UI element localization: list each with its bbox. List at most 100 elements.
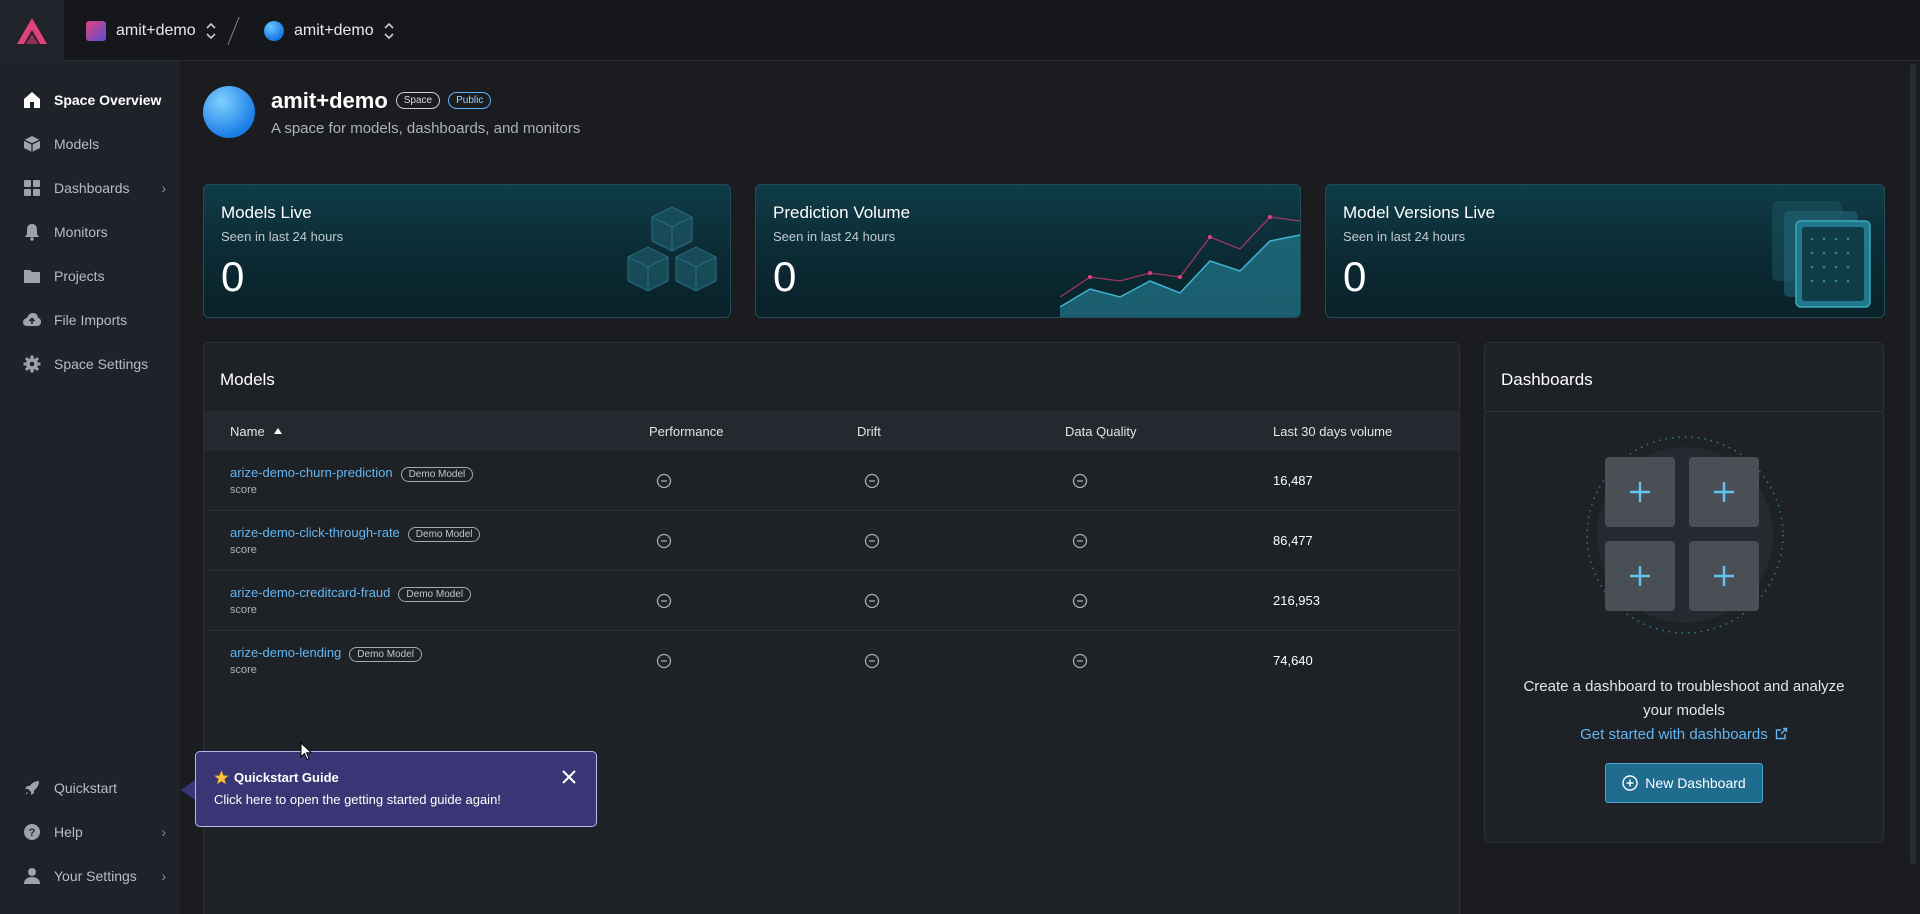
sidebar-item-space-overview[interactable]: Space Overview xyxy=(0,80,180,120)
space-description: A space for models, dashboards, and moni… xyxy=(271,119,581,137)
model-type: score xyxy=(230,484,257,496)
stat-title: Models Live xyxy=(221,203,312,222)
status-none-icon xyxy=(656,473,672,489)
status-none-icon xyxy=(656,653,672,669)
sidebar-item-space-settings[interactable]: Space Settings xyxy=(0,344,180,384)
close-icon[interactable] xyxy=(560,768,578,786)
sidebar-item-label: Space Overview xyxy=(54,92,162,108)
get-started-link[interactable]: Get started with dashboards xyxy=(1485,726,1883,743)
model-link[interactable]: arize-demo-churn-prediction xyxy=(230,465,393,480)
sidebar-item-label: Dashboards xyxy=(54,180,130,196)
mouse-cursor-icon xyxy=(300,742,313,761)
sidebar-item-models[interactable]: Models xyxy=(0,124,180,164)
chevron-right-icon: › xyxy=(161,868,166,884)
stat-value: 0 xyxy=(1343,253,1367,300)
demo-model-badge: Demo Model xyxy=(400,467,474,482)
star-icon xyxy=(214,770,229,785)
stat-subtitle: Seen in last 24 hours xyxy=(773,229,896,244)
cubes-icon xyxy=(627,206,717,292)
grid-icon xyxy=(21,177,43,199)
table-row[interactable]: arize-demo-click-through-rate Demo Model … xyxy=(204,511,1459,571)
org-name: amit+demo xyxy=(116,21,196,39)
new-dashboard-button[interactable]: New Dashboard xyxy=(1605,763,1763,803)
stat-card-models-live: Models Live Seen in last 24 hours 0 xyxy=(203,184,731,318)
demo-model-badge: Demo Model xyxy=(407,527,481,542)
space-header: amit+demo Space Public A space for model… xyxy=(203,86,580,138)
stat-value: 0 xyxy=(773,253,797,300)
model-type: score xyxy=(230,544,257,556)
volume-value: 86,477 xyxy=(1273,533,1313,548)
folder-icon xyxy=(21,265,43,287)
model-type: score xyxy=(230,604,257,616)
volume-value: 16,487 xyxy=(1273,473,1313,488)
breadcrumb-separator xyxy=(227,16,240,46)
sidebar-item-projects[interactable]: Projects xyxy=(0,256,180,296)
space-badge: Space xyxy=(395,92,441,109)
sidebar: Space Overview Models Dashboards › Monit… xyxy=(0,61,180,914)
column-header-performance[interactable]: Performance xyxy=(649,411,723,451)
svg-text:?: ? xyxy=(29,827,36,839)
column-header-drift[interactable]: Drift xyxy=(857,411,881,451)
page-title: amit+demo xyxy=(271,87,388,113)
arize-logo[interactable] xyxy=(0,0,64,61)
sidebar-item-label: Space Settings xyxy=(54,356,149,372)
sidebar-item-label: Projects xyxy=(54,268,105,284)
sidebar-item-dashboards[interactable]: Dashboards › xyxy=(0,168,180,208)
demo-model-badge: Demo Model xyxy=(398,587,472,602)
org-icon xyxy=(86,20,106,41)
stat-title: Model Versions Live xyxy=(1343,203,1496,222)
column-header-data-quality[interactable]: Data Quality xyxy=(1065,411,1137,451)
models-panel-title: Models xyxy=(220,370,275,389)
model-type: score xyxy=(230,664,257,676)
sidebar-item-your-settings[interactable]: Your Settings › xyxy=(0,856,180,896)
table-row[interactable]: arize-demo-lending Demo Model score 74,64… xyxy=(204,631,1459,691)
gear-icon xyxy=(21,353,43,375)
stat-value: 0 xyxy=(221,253,245,300)
sidebar-item-label: Your Settings xyxy=(54,868,137,884)
sidebar-item-help[interactable]: ? Help › xyxy=(0,812,180,852)
chevron-updown-icon xyxy=(384,22,394,39)
column-header-name[interactable]: Name xyxy=(230,411,283,451)
quickstart-tooltip[interactable]: Quickstart Guide Click here to open the … xyxy=(195,751,597,827)
status-none-icon xyxy=(864,653,880,669)
sidebar-item-label: File Imports xyxy=(54,312,128,328)
status-none-icon xyxy=(1072,533,1088,549)
status-none-icon xyxy=(864,593,880,609)
tooltip-title: Quickstart Guide xyxy=(214,770,339,785)
stat-card-prediction-volume: Prediction Volume Seen in last 24 hours … xyxy=(755,184,1301,318)
stat-title: Prediction Volume xyxy=(773,203,911,222)
sidebar-item-quickstart[interactable]: Quickstart xyxy=(0,768,180,808)
sidebar-item-label: Monitors xyxy=(54,224,108,240)
status-none-icon xyxy=(656,593,672,609)
cube-icon xyxy=(21,133,43,155)
table-row[interactable]: arize-demo-creditcard-fraud Demo Model sc… xyxy=(204,571,1459,631)
dashboard-grid-illustration xyxy=(1586,436,1784,634)
table-row[interactable]: arize-demo-churn-prediction Demo Model sc… xyxy=(204,451,1459,511)
space-avatar xyxy=(203,86,255,138)
column-header-volume[interactable]: Last 30 days volume xyxy=(1273,411,1392,451)
sort-ascending-icon xyxy=(273,428,282,434)
sidebar-item-label: Models xyxy=(54,136,100,152)
status-none-icon xyxy=(1072,473,1088,489)
models-panel: Models Name Performance Drift Data Quali… xyxy=(203,342,1460,914)
top-bar: amit+demo amit+demo xyxy=(0,0,1920,61)
space-switcher[interactable]: amit+demo xyxy=(264,0,394,61)
home-icon xyxy=(21,89,43,111)
stat-card-model-versions-live: Model Versions Live Seen in last 24 hour… xyxy=(1325,184,1885,318)
sidebar-item-label: Help xyxy=(54,824,83,840)
chevron-updown-icon xyxy=(206,22,216,39)
table-header: Name Performance Drift Data Quality Last… xyxy=(204,411,1459,451)
model-link[interactable]: arize-demo-lending xyxy=(230,645,341,660)
org-switcher[interactable]: amit+demo xyxy=(86,0,216,61)
empty-state-line2: your models xyxy=(1643,702,1725,719)
scrollbar[interactable] xyxy=(1910,64,1916,864)
dashboards-panel: Dashboards Create a dashboard to trouble… xyxy=(1484,342,1884,843)
volume-value: 216,953 xyxy=(1273,593,1320,608)
model-link[interactable]: arize-demo-creditcard-fraud xyxy=(230,585,390,600)
model-link[interactable]: arize-demo-click-through-rate xyxy=(230,525,400,540)
public-badge: Public xyxy=(448,92,492,109)
sidebar-item-file-imports[interactable]: File Imports xyxy=(0,300,180,340)
space-icon xyxy=(264,20,284,41)
sidebar-item-monitors[interactable]: Monitors xyxy=(0,212,180,252)
divider xyxy=(1485,411,1883,412)
